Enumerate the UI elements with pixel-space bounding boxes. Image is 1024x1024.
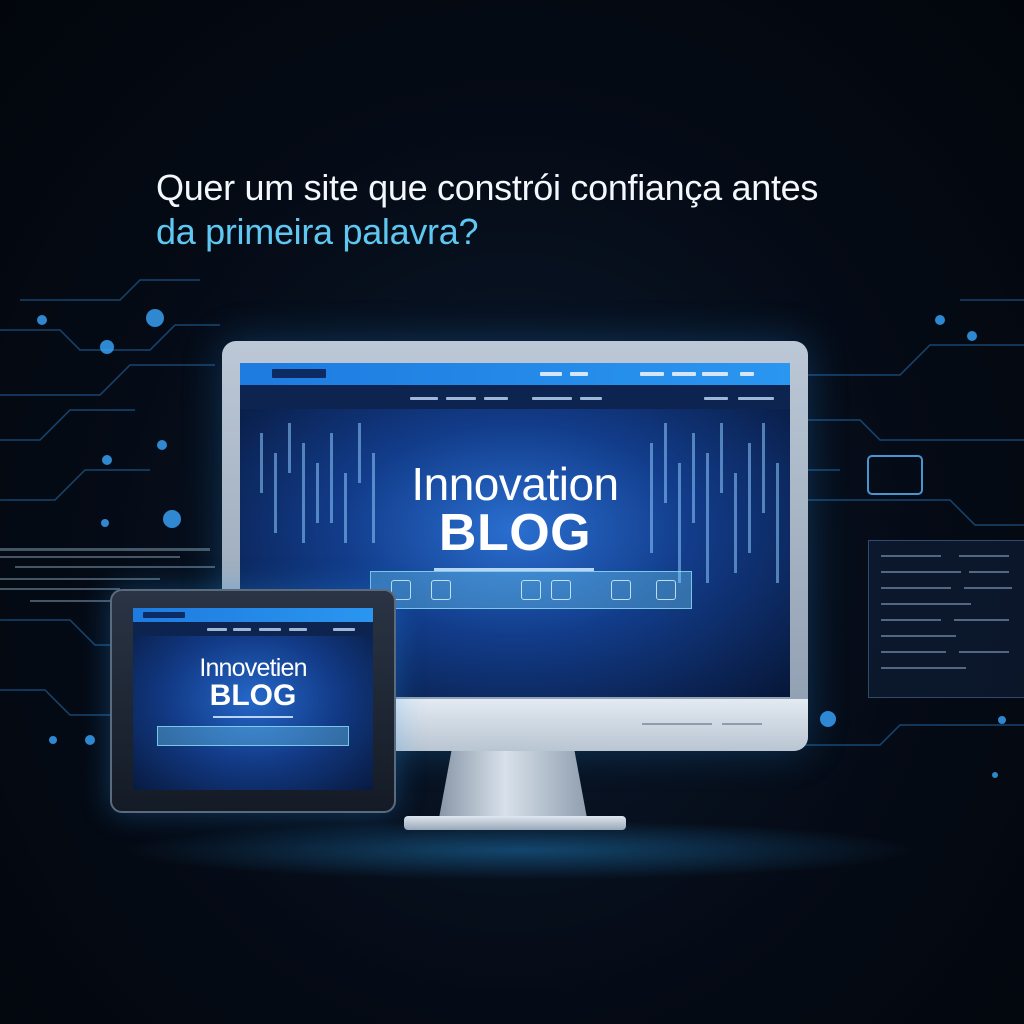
browser-sub-nav	[240, 385, 790, 409]
headline-line-1: Quer um site que constrói confiança ante…	[156, 167, 819, 208]
tablet-nav-logo	[143, 612, 185, 618]
tablet-hero-subtitle: BLOG	[209, 679, 297, 712]
tablet-sub-nav	[133, 622, 373, 636]
monitor-stand	[438, 751, 588, 821]
dashboard-panel	[868, 540, 1024, 698]
monitor-stand-base	[404, 816, 626, 830]
tablet-device: Innovetien BLOG	[110, 589, 396, 813]
tablet-ui-strip	[157, 726, 349, 746]
ui-panel-strip	[370, 571, 692, 609]
nav-logo	[272, 369, 326, 378]
tablet-screen: Innovetien BLOG	[133, 608, 373, 790]
hero-subtitle: BLOG	[438, 504, 592, 562]
tablet-nav-bar	[133, 608, 373, 622]
headline: Quer um site que constrói confiança ante…	[156, 166, 916, 254]
tablet-hero-title: Innovetien	[199, 654, 307, 682]
headline-line-2: da primeira palavra?	[156, 211, 479, 252]
hero-title: Innovation	[411, 458, 619, 510]
browser-nav-bar	[240, 363, 790, 385]
